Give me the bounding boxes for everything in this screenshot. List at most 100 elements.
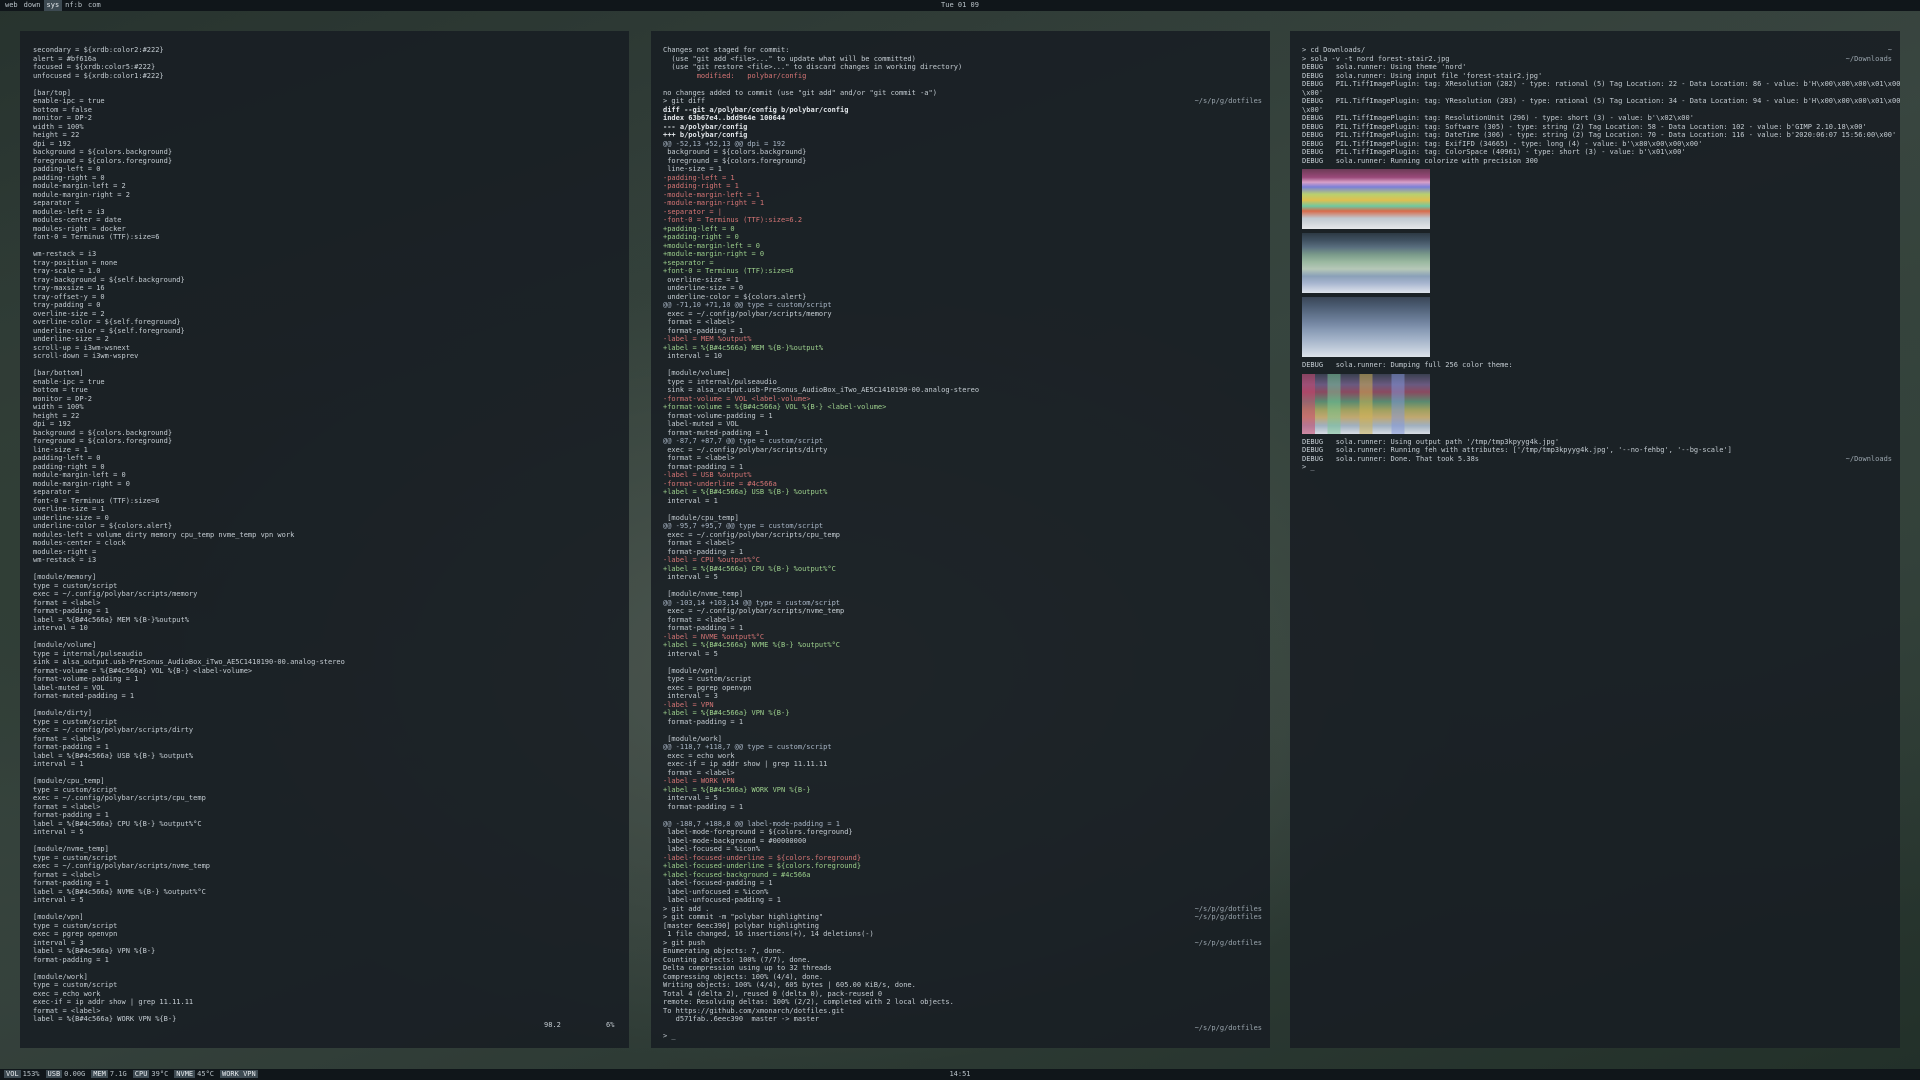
output-line: +label = %{B#4c566a} MEM %{B-}%output% [663,344,1262,353]
output-line: To https://github.com/xmonarch/dotfiles.… [663,1007,1262,1016]
config-line: interval = 1 [33,760,84,768]
bottom-bar: VOL 153% USB 0.00G MEM 7.1G CPU 39°C NVME 45°C WOR… [0,1069,1920,1080]
config-line: type = internal/pulseaudio [33,649,143,658]
config-line: scroll-up = i3wm-wsnext [33,343,130,352]
output-line: DEBUG PIL.TiffImagePlugin: tag: Resoluti… [1302,114,1892,123]
config-line: exec-if = ip addr show | grep 11.11.11 [33,998,194,1006]
output-line: index 63b67e4..bdd964e 100644 [663,114,1262,123]
output-line: label-focused = %icon% [663,845,1262,854]
output-line: Compressing objects: 100% (4/4), done. [663,973,1262,982]
config-line [33,905,619,914]
output-line: label-mode-background = #00000000 [663,837,1262,846]
output-line: exec = ~/.config/polybar/scripts/memory [663,310,1262,319]
config-line: label = %{B#4c566a} MEM %{B-}%output% [33,615,189,624]
output-line: diff --git a/polybar/config b/polybar/co… [663,106,1262,115]
output-line: +label-focused-background = #4c566a [663,871,1262,880]
output-line: foreground = ${colors.foreground} [663,157,1262,166]
config-line: underline-color = ${self.foreground} [33,326,185,335]
line-text: label-unfocused = %icon% [663,887,769,896]
output-line: format = <label> [663,769,1262,778]
output-line: Delta compression using up to 32 threads [663,964,1262,973]
output-line: DEBUG sola.runner: Using input file 'for… [1302,72,1892,81]
line-text: DEBUG sola.runner: Running colorize with… [1302,156,1539,165]
line-text: interval = 5 [663,794,718,802]
output-line: [module/volume] [663,369,1262,378]
line-text: \x00' [1302,105,1324,114]
output-line: underline-color = ${colors.alert} [663,293,1262,302]
config-line: interval = 3 [33,938,84,947]
config-line: interval = 5 [33,828,84,836]
line-text: d571fab..6eec390 master -> master [663,1015,819,1023]
output-line: format-padding = 1 [663,327,1262,336]
config-line: [module/nvme_temp] [33,845,109,853]
output-line: type = custom/script [663,675,1262,684]
line-text: diff --git a/polybar/config b/polybar/co… [663,105,849,114]
line-text: underline-size = 0 [663,284,744,292]
line-text: +module-margin-left = 0 [663,241,760,250]
output-line: sink = alsa_output.usb-PreSonus_AudioBox… [663,386,1262,395]
terminal-sola[interactable]: > cd Downloads/~ > sola -v -t nord forest… [1290,31,1900,1048]
config-line: font-0 = Terminus (TTF):size=6 [33,496,160,505]
line-text: foreground = ${colors.foreground} [663,156,807,165]
output-line: type = internal/pulseaudio [663,378,1262,387]
output-line: +label = %{B#4c566a} NVME %{B-} %output%… [663,641,1262,650]
config-line: label = %{B#4c566a} NVME %{B-} %output%°… [33,887,206,896]
config-line: padding-right = 0 [33,462,105,471]
line-text: +module-margin-right = 0 [663,250,765,258]
output-line: +label-focused-underline = ${colors.fore… [663,862,1262,871]
config-line: underline-color = ${colors.alert} [33,522,173,530]
output-line: DEBUG PIL.TiffImagePlugin: tag: XResolut… [1302,80,1900,89]
config-line: wm-restack = i3 [33,556,97,564]
line-text: format-padding = 1 [663,802,744,811]
config-line: enable-ipc = true [33,377,105,386]
output-line: format-padding = 1 [663,548,1262,557]
output-line: +padding-left = 0 [663,225,1262,234]
output-line: @@ -103,14 +103,14 @@ type = custom/scri… [663,599,1262,608]
git-output: Changes not staged for commit: (use "git… [663,46,1262,1041]
line-text: +label = %{B#4c566a} CPU %{B-} %output%°… [663,564,836,573]
line-text: label-mode-background = #00000000 [663,836,807,845]
line-text: format-padding = 1 [663,462,744,471]
output-line: -module-margin-left = 1 [663,191,1262,200]
config-line: bottom = true [33,386,88,394]
config-line: [module/work] [33,972,88,981]
config-line: exec = pgrep openvpn [33,930,118,938]
output-line: [module/cpu_temp] [663,514,1262,523]
config-line: label-muted = VOL [33,683,105,692]
output-line: +font-0 = Terminus (TTF):size=6 [663,267,1262,276]
output-line: format-volume-padding = 1 [663,412,1262,421]
terminal-polybar-config[interactable]: secondary = ${xrdb:color2:#222} alert = #… [20,31,629,1048]
line-text: \x00' [1302,88,1324,97]
line-text: format-padding = 1 [663,547,744,556]
line-text: +label-focused-background = #4c566a [663,870,811,879]
terminal-git-diff[interactable]: Changes not staged for commit: (use "git… [651,31,1270,1048]
line-text: interval = 1 [663,496,718,505]
config-line: overline-color = ${self.foreground} [33,318,181,326]
output-line: [module/vpn] [663,667,1262,676]
config-text: secondary = ${xrdb:color2:#222} alert = #… [33,46,619,1024]
output-line: +module-margin-left = 0 [663,242,1262,251]
config-line: separator = [33,199,80,207]
line-text: remote: Resolving deltas: 100% (2/2), co… [663,998,954,1006]
output-line: > cd Downloads/ ~ [1302,46,1892,55]
output-line: +label = %{B#4c566a} WORK VPN %{B-} [663,786,1262,795]
config-line: format = <label> [33,734,101,743]
status-percent: 6% [606,1021,615,1029]
output-line: format-padding = 1 [663,463,1262,472]
output-line: -label = WORK VPN [663,777,1262,786]
output-line: remote: Resolving deltas: 100% (2/2), co… [663,998,1262,1007]
config-line: [module/volume] [33,641,97,649]
output-line: interval = 1 [663,497,1262,506]
config-line: exec = ~/.config/polybar/scripts/dirty [33,726,194,734]
line-text: [module/vpn] [663,666,718,675]
config-line: format = <label> [33,870,101,879]
output-line: -label = VPN [663,701,1262,710]
status-position: 98.2 [544,1021,561,1029]
config-line: bottom = false [33,105,93,114]
line-text: Counting objects: 100% (7/7), done. [663,955,811,964]
line-text: +++ b/polybar/config [663,131,748,139]
output-line: DEBUG sola.runner: Done. That took 5.38s… [1302,455,1892,464]
line-text: @@ -103,14 +103,14 @@ type = custom/scri… [663,598,841,607]
config-line: monitor = DP-2 [33,114,93,122]
